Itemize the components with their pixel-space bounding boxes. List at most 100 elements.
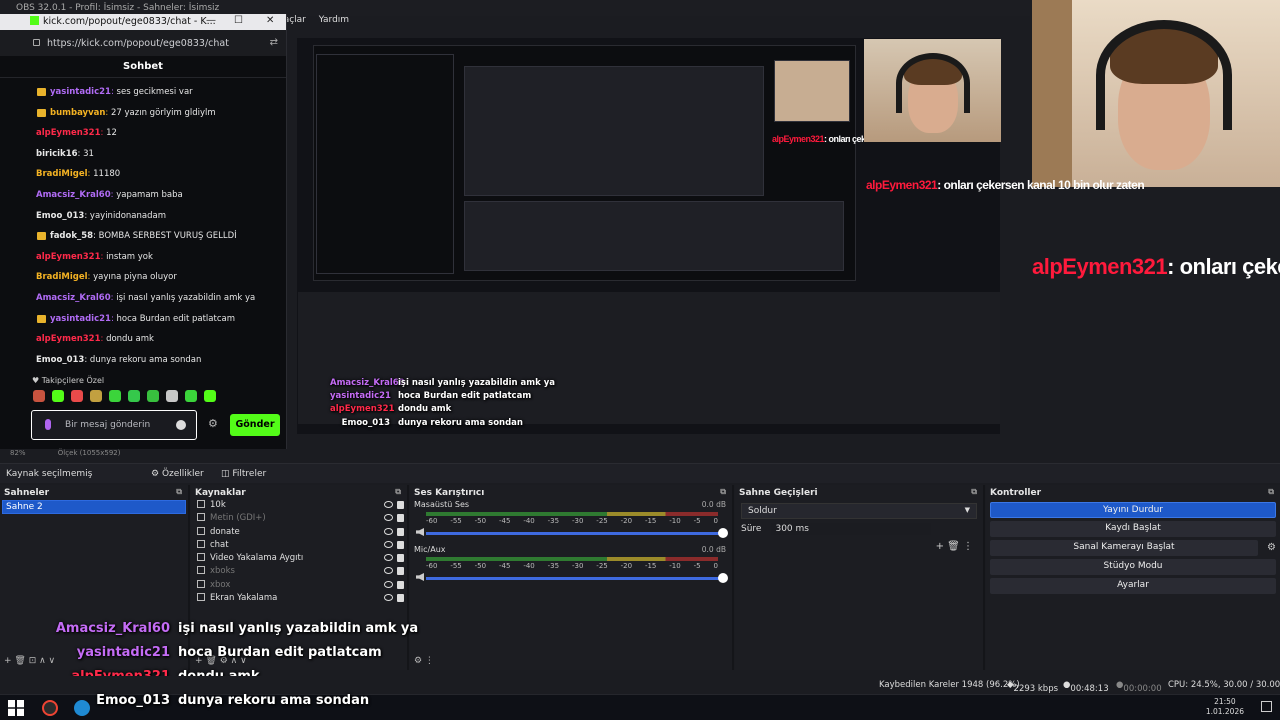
emote-icon[interactable]: [128, 390, 140, 402]
emote-icon[interactable]: [71, 390, 83, 402]
visibility-eye-icon[interactable]: [384, 580, 393, 588]
scenes-dock: Sahneler ⧉ Sahne 2 + 🗑 ⊡ ∧ ∨: [0, 485, 190, 670]
emote-icon[interactable]: [166, 390, 178, 402]
chat-message: Amacsiz_Kral60: yapamam baba: [36, 189, 183, 200]
lock-icon[interactable]: [397, 540, 404, 549]
chat-username[interactable]: BradiMigel: [36, 272, 88, 282]
chat-username[interactable]: alpEymen321: [36, 128, 101, 138]
send-button[interactable]: Gönder: [230, 414, 280, 436]
source-item[interactable]: Video Yakalama Aygıtı: [191, 552, 407, 565]
speaker-icon[interactable]: [416, 528, 424, 536]
gear-icon[interactable]: ⚙: [1267, 540, 1276, 555]
chat-url-bar[interactable]: https://kick.com/popout/ege0833/chat ⇄: [0, 30, 286, 56]
source-item[interactable]: donate: [191, 526, 407, 539]
microphone-icon[interactable]: [45, 419, 51, 430]
filters-button[interactable]: ◫ Filtreler: [221, 469, 266, 479]
emote-icon[interactable]: [52, 390, 64, 402]
minimize-icon[interactable]: —: [206, 15, 216, 26]
lock-icon[interactable]: [397, 567, 404, 576]
chat-username[interactable]: yasintadic21: [50, 314, 111, 324]
transition-select[interactable]: Soldur ▼: [741, 503, 977, 519]
menu-item-help[interactable]: Yardım: [319, 15, 349, 25]
duration-input[interactable]: 300 ms: [771, 523, 932, 535]
speaker-icon[interactable]: [416, 573, 424, 581]
properties-button[interactable]: ⚙ Özellikler: [151, 469, 204, 479]
visibility-eye-icon[interactable]: [384, 594, 393, 602]
start-recording-button[interactable]: Kaydı Başlat: [990, 521, 1276, 537]
emote-icon[interactable]: [33, 390, 45, 402]
dock-float-icon[interactable]: ⧉: [395, 487, 401, 497]
chat-message: biricik16: 31: [36, 148, 94, 159]
visibility-eye-icon[interactable]: [384, 501, 393, 508]
chat-settings-gear-icon[interactable]: ⚙: [208, 417, 218, 430]
maximize-icon[interactable]: ☐: [234, 15, 243, 26]
chat-message-input[interactable]: Bir mesaj gönderin: [31, 410, 197, 440]
stop-stream-button[interactable]: Yayını Durdur: [990, 502, 1276, 518]
chat-message: fadok_58: BOMBA SERBEST VURUŞ GELLDİ: [0, 226, 286, 247]
lock-icon[interactable]: [397, 514, 404, 523]
start-virtual-camera-button[interactable]: Sanal Kamerayı Başlat ⚙: [990, 540, 1276, 556]
emote-bar[interactable]: [33, 389, 223, 405]
visibility-eye-icon[interactable]: [384, 540, 393, 548]
lock-icon[interactable]: [397, 527, 404, 536]
volume-meter: [426, 512, 718, 516]
emote-icon[interactable]: [109, 390, 121, 402]
translate-icon[interactable]: ⇄: [270, 37, 278, 48]
volume-slider[interactable]: [426, 573, 728, 583]
chat-text: 27 yazın görlyim gldiylm: [111, 107, 216, 118]
chat-username[interactable]: alpEymen321: [36, 334, 101, 344]
notification-icon[interactable]: [1261, 701, 1272, 712]
source-list[interactable]: 10k Metin (GDI+) donate chat Video Yakalama …: [191, 499, 407, 605]
lock-icon[interactable]: [397, 501, 404, 509]
source-item[interactable]: xbox: [191, 579, 407, 592]
chat-username[interactable]: BradiMigel: [36, 169, 88, 179]
emote-icon[interactable]: [147, 390, 159, 402]
source-item[interactable]: 10k: [191, 499, 407, 512]
chat-username[interactable]: bumbayvan: [50, 108, 105, 118]
dock-float-icon[interactable]: ⧉: [1268, 487, 1274, 497]
emote-icon[interactable]: [185, 390, 197, 402]
visibility-eye-icon[interactable]: [384, 527, 393, 535]
dock-float-icon[interactable]: ⧉: [176, 487, 182, 497]
chat-username[interactable]: Amacsiz_Kral60: [36, 293, 111, 303]
visibility-eye-icon[interactable]: [384, 514, 393, 522]
mixer-toolbar[interactable]: ⚙ ⋮: [414, 656, 434, 666]
scene-item-sahne-2[interactable]: Sahne 2: [2, 500, 186, 514]
chat-text: instam yok: [106, 251, 153, 262]
dock-float-icon[interactable]: ⧉: [720, 487, 726, 497]
emote-icon[interactable]: [204, 390, 216, 402]
lock-icon[interactable]: [397, 580, 404, 589]
chat-username[interactable]: fadok_58: [50, 231, 93, 241]
chat-username[interactable]: biricik16: [36, 149, 78, 159]
studio-mode-button[interactable]: Stüdyo Modu: [990, 559, 1276, 575]
chat-username[interactable]: Emoo_013: [36, 355, 84, 365]
transition-buttons[interactable]: + 🗑 ⋮: [936, 541, 973, 552]
mixer-dock-header: Ses Karıştırıcı ⧉: [414, 487, 726, 498]
visibility-eye-icon[interactable]: [384, 567, 393, 575]
settings-button[interactable]: Ayarlar: [990, 578, 1276, 594]
chat-username[interactable]: alpEymen321: [36, 252, 101, 262]
chat-username[interactable]: Emoo_013: [36, 211, 84, 221]
cpu-fps: CPU: 24.5%, 30.00 / 30.00 FPS: [1168, 680, 1280, 690]
nested-obs: [464, 66, 764, 196]
chat-username[interactable]: Amacsiz_Kral60: [36, 190, 111, 200]
volume-slider[interactable]: [426, 528, 728, 538]
source-item[interactable]: Metin (GDI+): [191, 512, 407, 525]
visibility-eye-icon[interactable]: [384, 554, 393, 562]
source-item[interactable]: xboks: [191, 565, 407, 578]
chat-message-list[interactable]: yasintadic21: ses gecikmesi var bumbayvan…: [0, 78, 286, 370]
close-icon[interactable]: ✕: [266, 15, 274, 26]
taskbar-clock[interactable]: 21:50 1.01.2026: [1206, 697, 1244, 717]
emote-icon[interactable]: [90, 390, 102, 402]
lock-icon[interactable]: [397, 594, 404, 603]
transitions-dock-header: Sahne Geçişleri ⧉: [739, 487, 977, 498]
volume-slider-knob[interactable]: [718, 573, 728, 583]
source-name: chat: [210, 539, 229, 550]
dock-float-icon[interactable]: ⧉: [971, 487, 977, 497]
source-item[interactable]: chat: [191, 539, 407, 552]
source-item[interactable]: Ekran Yakalama: [191, 592, 407, 605]
volume-slider-knob[interactable]: [718, 528, 728, 538]
emoji-icon[interactable]: [176, 420, 186, 430]
lock-icon[interactable]: [397, 554, 404, 563]
chat-username[interactable]: yasintadic21: [50, 87, 111, 97]
